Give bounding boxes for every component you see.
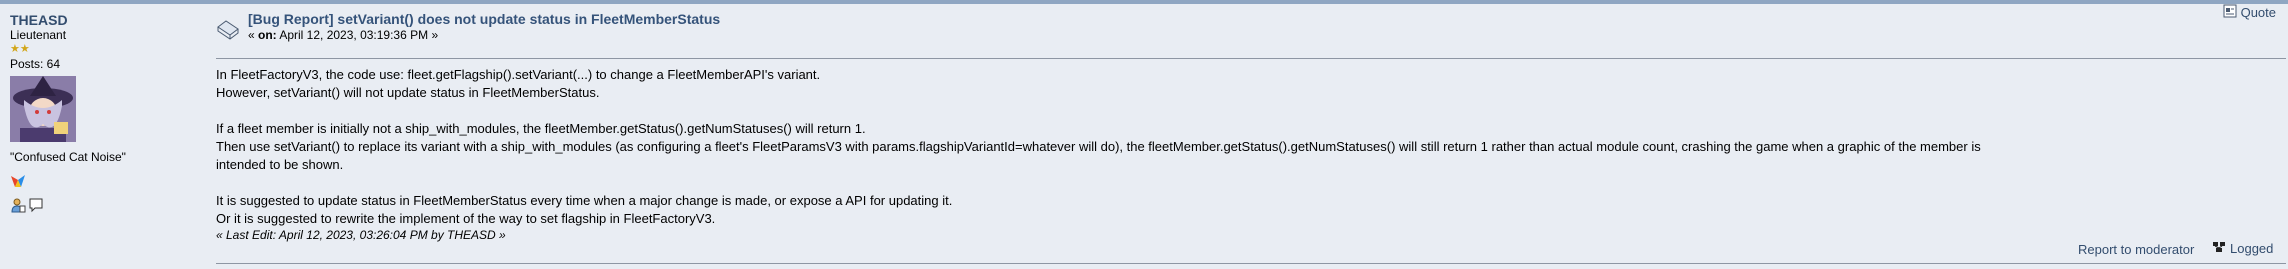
personal-message-icon[interactable] [28,197,44,216]
rank-stars-icon: ★★ [10,43,30,55]
ip-icon [2212,240,2226,257]
avatar [10,76,76,142]
body-line: It is suggested to update status in Flee… [216,193,953,208]
header-divider [216,58,2286,59]
quote-button[interactable]: Quote [2223,4,2276,21]
logged-ip: Logged [2212,240,2273,257]
footer-divider [216,263,2286,264]
body-line: intended to be shown. [216,157,344,172]
logged-label: Logged [2230,241,2274,256]
body-line: In FleetFactoryV3, the code use: fleet.g… [216,67,821,82]
poster-info: THEASD Lieutenant ★★ Posts: 64 "Confused… [10,12,200,216]
flag-icon [10,174,200,191]
poster-rank: Lieutenant [10,28,67,42]
top-border [0,0,2288,4]
report-to-moderator-link[interactable]: Report to moderator [2078,242,2194,257]
last-edit-note: « Last Edit: April 12, 2023, 03:26:04 PM… [216,228,506,242]
view-profile-icon[interactable] [10,197,26,216]
quote-icon [2223,4,2237,21]
post-icon [216,19,240,43]
post-header: [Bug Report] setVariant() does not updat… [216,10,2286,43]
custom-title: "Confused Cat Noise" [10,150,126,164]
profile-icons [10,197,200,216]
quote-label: Quote [2240,5,2276,20]
post-subject-link[interactable]: [Bug Report] setVariant() does not updat… [248,10,720,28]
body-line: Or it is suggested to rewrite the implem… [216,211,716,226]
body-line: If a fleet member is initially not a shi… [216,121,866,136]
post-body: In FleetFactoryV3, the code use: fleet.g… [216,66,2280,228]
poster-name-link[interactable]: THEASD [10,12,200,28]
body-line: Then use setVariant() to replace its var… [216,139,1981,154]
post-date: « on: April 12, 2023, 03:19:36 PM » [248,28,439,42]
post-count: Posts: 64 [10,57,61,71]
body-line: However, setVariant() will not update st… [216,85,600,100]
